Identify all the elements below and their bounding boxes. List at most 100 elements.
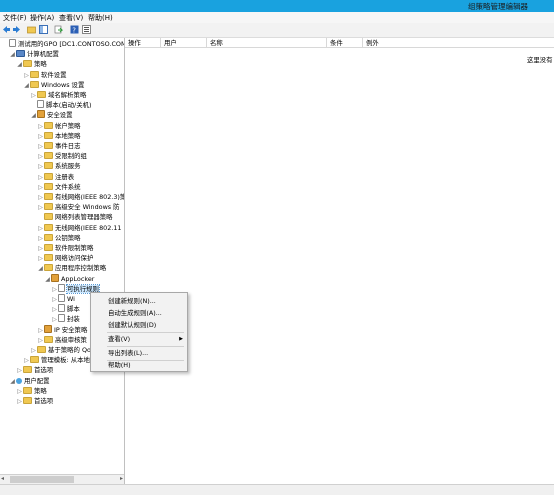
folder-icon: [23, 366, 32, 374]
submenu-arrow-icon: ▶: [179, 336, 183, 342]
tree-item[interactable]: ▷ 软件限制策略: [37, 243, 93, 253]
context-item-help[interactable]: 帮助(H): [91, 359, 187, 371]
expanded-arrow-icon[interactable]: ◢: [23, 81, 30, 91]
doc-icon: [58, 314, 65, 323]
tree-item[interactable]: 网络列表管理器策略: [37, 212, 113, 222]
tree-item[interactable]: ◢ 用户配置: [9, 376, 49, 387]
tree-item[interactable]: ◢ AppLocker: [44, 273, 94, 285]
tree-item-label: 安全设置: [47, 111, 73, 120]
tree-item[interactable]: ▷ 有线网络(IEEE 802.3)策: [37, 192, 124, 202]
tree-item[interactable]: ▷ 本地策略: [37, 131, 81, 141]
show-hide-tree-icon[interactable]: [39, 25, 48, 34]
context-item-create-default-rules[interactable]: 创建默认规则(D): [91, 319, 187, 331]
tree-item[interactable]: ▷ 文件系统: [37, 182, 81, 192]
tree-item-label: 封装: [67, 315, 80, 324]
tree-item[interactable]: ▷ 策略: [16, 386, 47, 396]
tree-item[interactable]: ▷ 基于策略的 Qo: [30, 345, 91, 355]
tree-item[interactable]: ▷ 公钥策略: [37, 233, 81, 243]
tree-item[interactable]: ▷ 域名解析策略: [30, 90, 86, 100]
folder-icon: [44, 264, 53, 272]
tree-item[interactable]: ▷ 管理模板: 从本地: [23, 355, 90, 365]
doc-icon: [37, 100, 44, 109]
tree-item[interactable]: ◢ 应用程序控制策略: [37, 263, 106, 273]
properties-icon[interactable]: [82, 25, 91, 34]
shield-icon: [37, 110, 45, 119]
tree-item-label: 注册表: [55, 172, 75, 181]
menu-help[interactable]: 帮助(H): [88, 13, 113, 23]
tree-item[interactable]: ▷ 系统服务: [37, 161, 81, 171]
tree-item[interactable]: ▷ 首选项: [16, 365, 53, 375]
folder-icon: [44, 335, 53, 343]
tree-item[interactable]: ▷ 首选项: [16, 396, 53, 406]
tree-item[interactable]: ▷ 高级安全 Windows 防: [37, 202, 120, 212]
menu-view[interactable]: 查看(V): [59, 13, 83, 23]
tree-horizontal-scrollbar[interactable]: ◂ ▸: [0, 474, 124, 484]
folder-icon: [23, 386, 32, 394]
tree-item[interactable]: ◢ 安全设置: [30, 110, 73, 120]
folder-icon: [44, 223, 53, 231]
scrollbar-thumb[interactable]: [10, 476, 74, 483]
export-icon[interactable]: [54, 25, 63, 34]
tree-item[interactable]: ▷ 网络访问保护: [37, 253, 93, 263]
tree-item-label: 网络列表管理器策略: [55, 213, 113, 222]
context-item-create-new-rule[interactable]: 创建新规则(N)...: [91, 295, 187, 307]
folder-icon: [44, 121, 53, 129]
tree-item-label: 高级审核策: [55, 335, 87, 344]
forward-icon[interactable]: [12, 25, 21, 34]
tree-item-label: 测试用的GPO [DC1.CONTOSO.COM] 策: [18, 40, 125, 48]
tree-item-label: Wi: [67, 295, 75, 303]
tree-item[interactable]: ▷ 封装: [51, 314, 80, 324]
up-folder-icon[interactable]: [27, 25, 36, 34]
context-item-view[interactable]: 查看(V) ▶: [91, 333, 187, 345]
title-bar: 组策略管理编辑器: [0, 0, 554, 12]
tree-item[interactable]: ◢ 计算机配置: [9, 49, 59, 59]
tree-item[interactable]: ▷ 帐户策略: [37, 121, 81, 131]
context-item-export-list[interactable]: 导出列表(L)...: [91, 347, 187, 359]
tree-item[interactable]: ▷ Wi: [51, 294, 75, 304]
tree-item[interactable]: ▷ 注册表: [37, 172, 74, 182]
tree-item[interactable]: ◢ Windows 设置: [23, 80, 84, 90]
tree-item[interactable]: ▷ 高级审核策: [37, 335, 87, 345]
tree-item[interactable]: ▷ 软件设置: [23, 70, 67, 80]
user-icon: [16, 377, 22, 384]
tree-item-label: 脚本(启动/关机): [46, 101, 92, 110]
expanded-arrow-icon[interactable]: ◢: [9, 50, 16, 60]
back-icon[interactable]: [2, 25, 11, 34]
scroll-right-icon[interactable]: ▸: [120, 475, 123, 482]
menu-file[interactable]: 文件(F): [3, 13, 27, 23]
tree-item[interactable]: 测试用的GPO [DC1.CONTOSO.COM] 策: [2, 39, 125, 49]
expanded-arrow-icon[interactable]: ◢: [9, 377, 16, 387]
folder-icon: [44, 162, 53, 170]
expanded-arrow-icon[interactable]: ◢: [44, 275, 51, 285]
column-header-name[interactable]: 名称: [207, 38, 327, 48]
column-header-action[interactable]: 操作: [125, 38, 161, 48]
menu-action[interactable]: 操作(A): [30, 13, 54, 23]
collapsed-arrow-icon[interactable]: ▷: [16, 397, 23, 407]
tree-item[interactable]: ▷ 无线网络(IEEE 802.11: [37, 223, 121, 233]
tree-item[interactable]: ◢ 策略: [16, 59, 47, 69]
context-item-auto-generate-rules[interactable]: 自动生成规则(A)...: [91, 307, 187, 319]
doc-icon: [58, 294, 65, 302]
help-icon[interactable]: ?: [70, 25, 79, 34]
tree-item[interactable]: ▷ 受限制的组: [37, 151, 87, 161]
tree-item[interactable]: 脚本(启动/关机): [30, 100, 91, 110]
tree-item-label: 公钥策略: [55, 233, 81, 242]
tree-item-label: 策略: [34, 386, 47, 395]
column-header-conditions[interactable]: 条件: [327, 38, 363, 48]
scroll-left-icon[interactable]: ◂: [1, 475, 4, 482]
tree-item[interactable]: ▷ IP 安全策略: [37, 324, 87, 335]
tree-item-label: 域名解析策略: [48, 91, 87, 99]
tree-item[interactable]: ▷ 事件日志: [37, 141, 81, 151]
expanded-arrow-icon[interactable]: ◢: [37, 264, 44, 274]
expanded-arrow-icon[interactable]: ◢: [16, 60, 23, 70]
toolbar: ?: [0, 23, 554, 38]
expanded-arrow-icon[interactable]: ◢: [30, 111, 37, 121]
tree-item-label: 无线网络(IEEE 802.11: [55, 223, 122, 232]
folder-icon: [44, 254, 53, 262]
tree-item-label: 软件设置: [41, 70, 67, 79]
tree-item[interactable]: ▷ 脚本: [51, 304, 80, 314]
column-header-exceptions[interactable]: 例外: [363, 38, 554, 48]
shield-icon: [44, 324, 52, 333]
column-header-user[interactable]: 用户: [161, 38, 207, 48]
menu-bar: 文件(F) 操作(A) 查看(V) 帮助(H): [0, 12, 554, 23]
